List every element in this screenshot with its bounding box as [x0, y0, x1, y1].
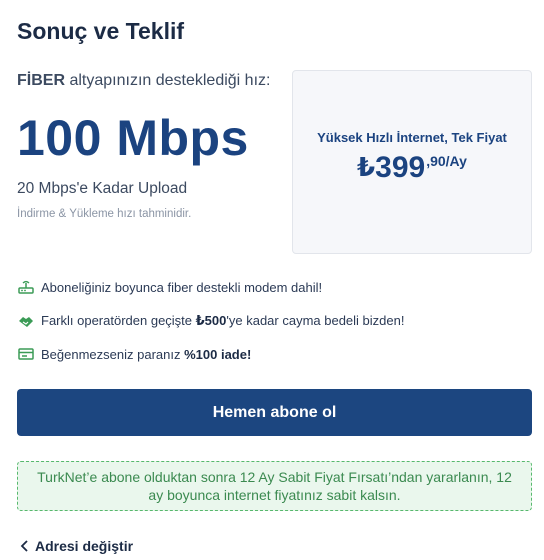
subscribe-button[interactable]: Hemen abone ol [17, 389, 532, 436]
upload-speed: 20 Mbps'e Kadar Upload [17, 180, 188, 197]
handshake-icon [17, 312, 35, 330]
speed-desc-text: altyapınızın desteklediği hız: [69, 72, 271, 89]
feature-text: Aboneliğiniz boyunca fiber destekli mode… [41, 279, 323, 295]
price: ₺ 399 ,90/Ay [357, 151, 467, 185]
speed-description: FİBER altyapınızın desteklediği hız: [17, 70, 279, 92]
price-card: Yüksek Hızlı İnternet, Tek Fiyat ₺ 399 ,… [292, 70, 532, 254]
tech-label: FİBER [17, 72, 65, 89]
feature-item-modem: Aboneliğiniz boyunca fiber destekli mode… [17, 278, 532, 296]
speed-note: İndirme & Yükleme hızı tahminidir. [17, 208, 192, 220]
currency-symbol: ₺ [357, 151, 376, 182]
change-address-label: Adresi değiştir [35, 538, 134, 554]
price-decimal: ,90/Ay [426, 152, 467, 169]
plan-name: Yüksek Hızlı İnternet, Tek Fiyat [317, 129, 507, 145]
money-icon [17, 345, 35, 363]
price-main: 399 [375, 150, 426, 184]
feature-list: Aboneliğiniz boyunca fiber destekli mode… [17, 278, 532, 379]
speed-section: FİBER altyapınızın desteklediği hız: 100… [17, 70, 279, 220]
modem-icon [17, 278, 35, 296]
promo-banner: TurkNet’e abone olduktan sonra 12 Ay Sab… [17, 461, 532, 511]
chevron-left-icon [20, 540, 29, 552]
page-title: Sonuç ve Teklif [17, 18, 185, 44]
feature-item-switch: Farklı operatörden geçişte ₺500'ye kadar… [17, 312, 532, 330]
change-address-link[interactable]: Adresi değiştir [20, 538, 133, 554]
feature-item-refund: Beğenmezseniz paranız %100 iade! [17, 345, 532, 363]
speed-value: 100 Mbps [17, 110, 249, 166]
feature-text: Farklı operatörden geçişte ₺500'ye kadar… [41, 312, 405, 328]
feature-text: Beğenmezseniz paranız %100 iade! [41, 346, 252, 362]
